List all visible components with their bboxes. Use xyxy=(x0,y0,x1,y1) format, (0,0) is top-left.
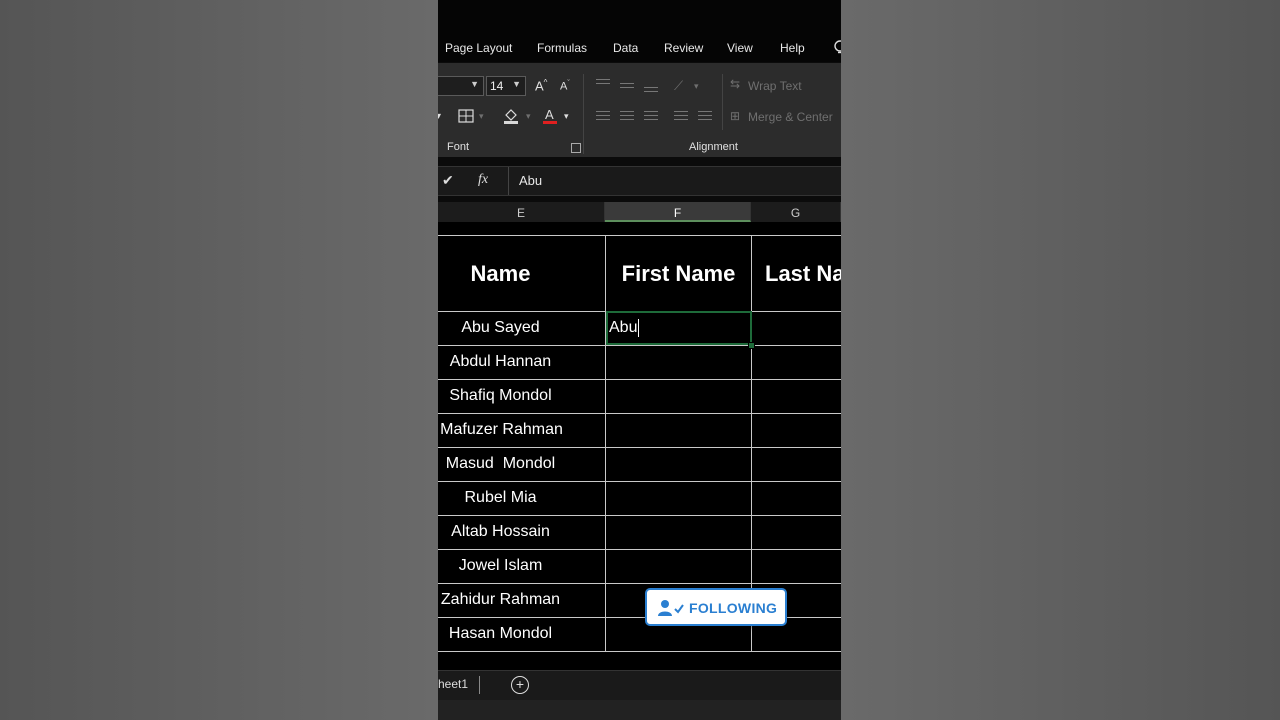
align-center-icon[interactable] xyxy=(620,111,634,123)
font-name-dropdown[interactable]: ▼ xyxy=(438,76,484,96)
lightbulb-icon[interactable] xyxy=(833,40,841,54)
name-cell[interactable]: Masud Mondol xyxy=(438,447,563,481)
name-cell[interactable]: Zahidur Rahman xyxy=(438,583,563,617)
merge-icon[interactable]: ⊞ xyxy=(730,109,740,123)
font-color-icon[interactable]: A xyxy=(541,107,559,125)
background-left xyxy=(0,0,438,720)
chevron-down-icon: ▼ xyxy=(512,79,521,89)
fill-color-icon[interactable] xyxy=(502,107,520,125)
borders-dropdown[interactable]: ▾ xyxy=(479,111,484,122)
chevron-down-icon: ▼ xyxy=(470,79,479,89)
name-cell[interactable]: Mafuzer Rahman xyxy=(438,413,565,447)
name-cell[interactable]: Jowel Islam xyxy=(438,549,563,583)
svg-text:A: A xyxy=(545,107,554,122)
sheet-tab-bar: heet1 + xyxy=(438,670,841,701)
ribbon-divider xyxy=(583,74,584,154)
fill-color-dropdown[interactable]: ▾ xyxy=(526,111,531,122)
font-group-label: Font xyxy=(447,141,470,153)
menu-data[interactable]: Data xyxy=(613,41,638,55)
align-right-icon[interactable] xyxy=(644,111,658,123)
menu-view[interactable]: View xyxy=(727,41,753,55)
font-size-dropdown[interactable]: 14 ▼ xyxy=(486,76,526,96)
menu-bar: Page Layout Formulas Data Review View He… xyxy=(438,0,841,62)
fill-handle[interactable] xyxy=(748,342,755,349)
align-middle-icon[interactable] xyxy=(620,83,634,95)
header-cell-first-name[interactable]: First Name xyxy=(606,237,751,311)
add-sheet-icon[interactable]: + xyxy=(511,676,529,694)
alignment-group-label: Alignment xyxy=(689,141,738,153)
borders-icon[interactable] xyxy=(458,109,474,123)
increase-indent-icon[interactable] xyxy=(698,111,712,123)
header-cell-last-name[interactable]: Last Na xyxy=(765,237,841,311)
name-cell[interactable]: Abu Sayed xyxy=(438,311,563,345)
gridline xyxy=(438,235,841,236)
text-cursor xyxy=(638,318,640,337)
sheet-tab[interactable]: heet1 xyxy=(438,677,468,691)
menu-page-layout[interactable]: Page Layout xyxy=(445,41,512,55)
excel-window: Page Layout Formulas Data Review View He… xyxy=(438,0,841,720)
gridline xyxy=(438,651,841,652)
decrease-indent-icon[interactable] xyxy=(674,111,688,123)
underline-dropdown[interactable]: ▾ xyxy=(438,111,441,122)
menu-formulas[interactable]: Formulas xyxy=(537,41,587,55)
align-bottom-icon[interactable] xyxy=(644,87,658,99)
column-headers: E F G xyxy=(438,202,841,223)
font-dialog-launcher-icon[interactable] xyxy=(571,143,581,153)
user-check-icon xyxy=(658,600,684,616)
align-top-icon[interactable] xyxy=(596,79,610,91)
merge-center-button[interactable]: Merge & Center xyxy=(748,110,833,124)
name-cell[interactable]: Rubel Mia xyxy=(438,481,563,515)
orientation-dropdown[interactable]: ▾ xyxy=(694,81,699,92)
name-cell[interactable]: Altab Hossain xyxy=(438,515,563,549)
menu-review[interactable]: Review xyxy=(664,41,703,55)
font-color-dropdown[interactable]: ▾ xyxy=(564,111,569,122)
shrink-font-button[interactable]: Aˇ xyxy=(560,80,570,93)
formula-input[interactable]: Abu xyxy=(508,167,841,195)
active-cell-editor[interactable]: Abu xyxy=(609,311,640,345)
wrap-text-button[interactable]: Wrap Text xyxy=(748,79,802,93)
column-header-e[interactable]: E xyxy=(438,202,605,222)
align-left-icon[interactable] xyxy=(596,111,610,123)
formula-bar: ✔ fx Abu xyxy=(438,166,841,196)
orientation-icon[interactable]: ⟋ xyxy=(674,78,683,94)
name-cell[interactable]: Hasan Mondol xyxy=(438,617,563,651)
following-button[interactable]: FOLLOWING xyxy=(645,588,787,626)
name-cell[interactable]: Shafiq Mondol xyxy=(438,379,563,413)
ribbon-divider xyxy=(722,74,723,130)
ribbon: ▼ 14 ▼ A^ Aˇ ▾ ▾ ▾ A ▾ ⟋ ▾ ⇆ Wrap Text ⊞… xyxy=(438,63,841,157)
grow-font-button[interactable]: A^ xyxy=(535,78,547,93)
status-bar xyxy=(438,700,841,720)
insert-function-icon[interactable]: fx xyxy=(478,172,488,188)
column-header-g[interactable]: G xyxy=(751,202,841,222)
sheet-separator xyxy=(479,676,480,694)
font-size-value: 14 xyxy=(490,79,504,93)
menu-help[interactable]: Help xyxy=(780,41,805,55)
enter-check-icon[interactable]: ✔ xyxy=(442,172,454,189)
active-cell-value: Abu xyxy=(609,319,638,336)
wrap-text-icon[interactable]: ⇆ xyxy=(730,77,740,91)
column-header-f[interactable]: F xyxy=(605,202,751,222)
header-cell-name[interactable]: Name xyxy=(438,237,563,311)
background-right xyxy=(841,0,1280,720)
following-label: FOLLOWING xyxy=(689,600,778,616)
name-cell[interactable]: Abdul Hannan xyxy=(438,345,563,379)
